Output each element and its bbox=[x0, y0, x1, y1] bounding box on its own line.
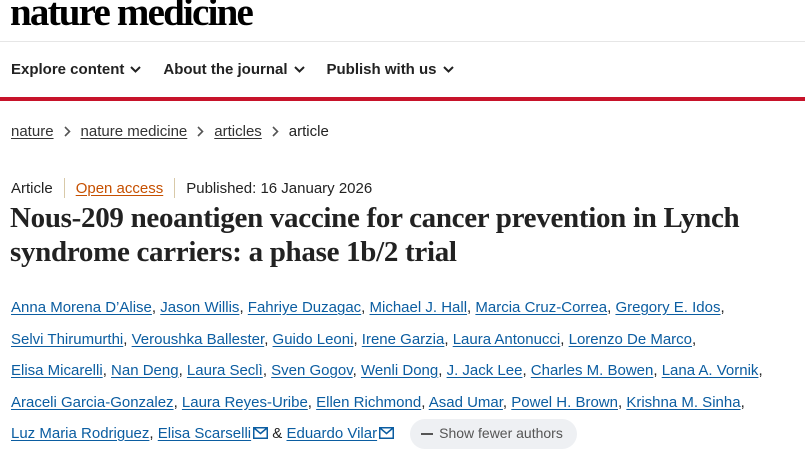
author-link[interactable]: Nan Deng bbox=[111, 362, 179, 379]
breadcrumb-nature-medicine[interactable]: nature medicine bbox=[81, 123, 188, 140]
article-type: Article bbox=[11, 179, 53, 197]
author-link[interactable]: J. Jack Lee bbox=[447, 362, 523, 379]
author-link[interactable]: Fahriye Duzagac bbox=[248, 299, 361, 316]
author-link[interactable]: Selvi Thirumurthi bbox=[11, 331, 123, 348]
author-link[interactable]: Lorenzo De Marco bbox=[569, 331, 692, 348]
nav-explore-content-label: Explore content bbox=[11, 60, 125, 78]
article-title: Nous-209 neoantigen vaccine for cancer p… bbox=[10, 202, 740, 268]
author-link[interactable]: Powel H. Brown bbox=[511, 394, 618, 411]
author-link[interactable]: Laura Reyes-Uribe bbox=[182, 394, 308, 411]
article-meta: Article Open access Published: 16 Januar… bbox=[11, 178, 372, 198]
author-link[interactable]: Laura Seclì bbox=[187, 362, 263, 379]
authors-conjunction: & bbox=[272, 425, 283, 442]
author-link[interactable]: Jason Willis bbox=[160, 299, 239, 316]
main-nav: Explore content About the journal Publis… bbox=[0, 42, 805, 96]
author-link[interactable]: Lana A. Vornik bbox=[662, 362, 759, 379]
show-fewer-authors-label: Show fewer authors bbox=[439, 425, 563, 442]
author-link[interactable]: Araceli Garcia-Gonzalez bbox=[11, 394, 174, 411]
author-link[interactable]: Anna Morena D’Alise bbox=[11, 299, 152, 316]
author-link[interactable]: Elisa Micarelli bbox=[11, 362, 103, 379]
author-link[interactable]: Asad Umar bbox=[429, 394, 503, 411]
mail-icon[interactable] bbox=[253, 427, 269, 439]
chevron-down-icon bbox=[293, 65, 305, 73]
meta-divider bbox=[63, 178, 65, 198]
nav-about-journal[interactable]: About the journal bbox=[163, 60, 305, 78]
author-link[interactable]: Veroushka Ballester bbox=[132, 331, 265, 348]
author-link[interactable]: Gregory E. Idos bbox=[615, 299, 720, 316]
site-logo[interactable]: nature medicine bbox=[10, 0, 254, 33]
chevron-right-icon bbox=[197, 126, 204, 137]
chevron-down-icon bbox=[442, 65, 454, 73]
nav-about-journal-label: About the journal bbox=[163, 60, 288, 78]
show-fewer-authors-button[interactable]: Show fewer authors bbox=[410, 419, 577, 450]
author-link[interactable]: Krishna M. Sinha bbox=[626, 394, 740, 411]
author-link[interactable]: Michael J. Hall bbox=[370, 299, 468, 316]
author-link[interactable]: Sven Gogov bbox=[271, 362, 352, 379]
breadcrumb-current: article bbox=[288, 123, 329, 140]
author-link[interactable]: Guido Leoni bbox=[273, 331, 354, 348]
author-link[interactable]: Marcia Cruz-Correa bbox=[475, 299, 607, 316]
breadcrumb: nature nature medicine articles article bbox=[11, 123, 329, 140]
chevron-down-icon bbox=[130, 65, 142, 73]
nav-explore-content[interactable]: Explore content bbox=[11, 60, 142, 78]
author-link[interactable]: Luz Maria Rodriguez bbox=[11, 425, 149, 442]
published-date: Published: 16 January 2026 bbox=[186, 179, 373, 197]
author-list: Anna Morena D’Alise, Jason Willis, Fahri… bbox=[11, 292, 791, 450]
author-link[interactable]: Wenli Dong bbox=[361, 362, 438, 379]
author-link[interactable]: Irene Garzia bbox=[362, 331, 445, 348]
author-link[interactable]: Laura Antonucci bbox=[453, 331, 561, 348]
chevron-right-icon bbox=[272, 126, 279, 137]
breadcrumb-articles[interactable]: articles bbox=[214, 123, 262, 140]
open-access-link[interactable]: Open access bbox=[76, 180, 164, 197]
nav-publish-with-us[interactable]: Publish with us bbox=[327, 61, 454, 78]
mail-icon[interactable] bbox=[379, 427, 395, 439]
meta-divider bbox=[174, 178, 176, 198]
author-link[interactable]: Elisa Scarselli bbox=[158, 425, 251, 442]
author-link[interactable]: Charles M. Bowen bbox=[531, 362, 654, 379]
chevron-right-icon bbox=[63, 126, 71, 137]
accent-bar bbox=[0, 97, 805, 101]
breadcrumb-nature[interactable]: nature bbox=[11, 123, 54, 140]
author-link[interactable]: Eduardo Vilar bbox=[286, 425, 377, 442]
author-link[interactable]: Ellen Richmond bbox=[316, 394, 421, 411]
nav-publish-with-us-label: Publish with us bbox=[326, 60, 437, 78]
minus-icon bbox=[421, 433, 434, 436]
